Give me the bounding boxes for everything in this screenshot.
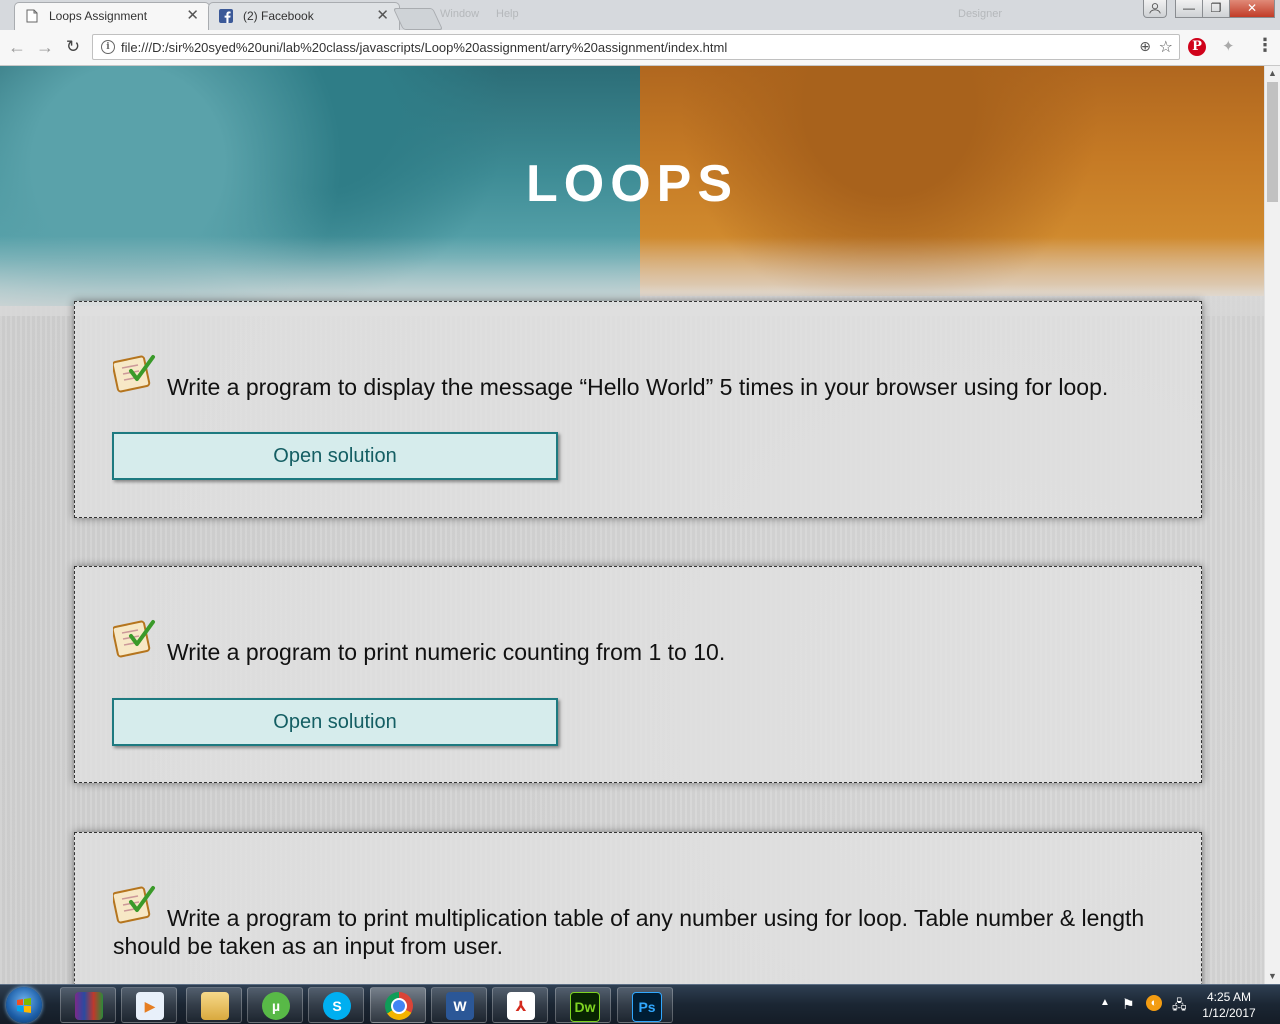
taskbar-file-explorer[interactable] bbox=[186, 987, 242, 1023]
taskbar-skype[interactable]: S bbox=[308, 987, 364, 1023]
winrar-icon bbox=[75, 992, 103, 1020]
dreamweaver-icon: Dw bbox=[570, 992, 600, 1022]
open-solution-button[interactable]: Open solution bbox=[112, 432, 558, 480]
taskbar-dreamweaver[interactable]: Dw bbox=[555, 987, 611, 1023]
tab-strip: Loops Assignment ✕ (2) Facebook ✕ Window… bbox=[0, 0, 1280, 30]
media-player-icon: ▶ bbox=[136, 992, 164, 1020]
question-card-2: Write a program to print numeric countin… bbox=[74, 566, 1202, 783]
address-bar[interactable]: i file:///D:/sir%20syed%20uni/lab%20clas… bbox=[92, 34, 1180, 60]
question-text-content: Write a program to display the message “… bbox=[167, 374, 1109, 400]
question-card-1: Write a program to display the message “… bbox=[74, 301, 1202, 518]
taskbar-winrar[interactable] bbox=[60, 987, 116, 1023]
clock-date: 1/12/2017 bbox=[1202, 1006, 1256, 1020]
forward-button[interactable]: → bbox=[34, 36, 56, 58]
bookmark-star-icon[interactable]: ☆ bbox=[1159, 37, 1173, 57]
windows-logo-icon bbox=[17, 998, 31, 1013]
open-solution-button[interactable]: Open solution bbox=[112, 698, 558, 746]
photoshop-icon: Ps bbox=[632, 992, 662, 1022]
question-text: Write a program to print numeric countin… bbox=[113, 638, 1173, 666]
file-explorer-icon bbox=[201, 992, 229, 1020]
acrobat-icon: ⅄ bbox=[507, 992, 535, 1020]
ghost-menu-help: Help bbox=[496, 8, 519, 20]
question-text-content: Write a program to print multiplication … bbox=[113, 905, 1145, 959]
tab-title: Loops Assignment bbox=[49, 9, 148, 23]
info-icon[interactable]: i bbox=[101, 40, 115, 54]
hero-banner: LOOPS bbox=[0, 66, 1264, 316]
ghost-profile-name: Designer bbox=[958, 8, 1003, 20]
url-text: file:///D:/sir%20syed%20uni/lab%20class/… bbox=[121, 40, 728, 55]
page-icon bbox=[26, 9, 38, 23]
taskbar-word[interactable]: W bbox=[431, 987, 487, 1023]
action-center-flag-icon[interactable]: ⚑ bbox=[1122, 996, 1135, 1024]
maximize-button[interactable]: ❐ bbox=[1202, 0, 1230, 18]
system-clock[interactable]: 4:25 AM 1/12/2017 bbox=[1196, 989, 1262, 1021]
user-profile-icon[interactable] bbox=[1143, 0, 1167, 18]
ghost-menu-window: Window bbox=[440, 8, 480, 20]
clock-time: 4:25 AM bbox=[1206, 990, 1252, 1004]
page-title: LOOPS bbox=[525, 155, 739, 213]
close-icon[interactable]: ✕ bbox=[186, 6, 199, 24]
taskbar-media-player[interactable]: ▶ bbox=[121, 987, 177, 1023]
question-text: Write a program to print multiplication … bbox=[113, 904, 1173, 960]
back-button[interactable]: ← bbox=[6, 36, 28, 58]
facebook-icon bbox=[219, 9, 233, 23]
word-icon: W bbox=[446, 992, 474, 1020]
scrollbar-thumb[interactable] bbox=[1267, 82, 1278, 202]
tab-title: (2) Facebook bbox=[243, 9, 314, 23]
question-card-3: Write a program to print multiplication … bbox=[74, 832, 1202, 984]
page-viewport: LOOPS Write a program to display the mes… bbox=[0, 66, 1264, 984]
scroll-down-arrow[interactable]: ▼ bbox=[1268, 971, 1277, 981]
reload-button[interactable]: ↻ bbox=[62, 36, 84, 58]
start-button[interactable] bbox=[6, 987, 42, 1023]
taskbar-chrome[interactable] bbox=[370, 987, 426, 1023]
browser-toolbar: ← → ↻ i file:///D:/sir%20syed%20uni/lab%… bbox=[0, 30, 1280, 66]
windows-taskbar: ▶ µ S W ⅄ Dw Ps ▲ ⚑ ◐ 🖧 4:25 AM 1/12/201… bbox=[0, 984, 1280, 1024]
tab-loops-assignment[interactable]: Loops Assignment ✕ bbox=[14, 2, 210, 30]
minimize-button[interactable]: — bbox=[1175, 0, 1203, 18]
pinterest-extension-icon[interactable]: P bbox=[1188, 38, 1206, 56]
new-tab-button[interactable] bbox=[392, 8, 444, 30]
question-text: Write a program to display the message “… bbox=[113, 373, 1173, 401]
taskbar-acrobat[interactable]: ⅄ bbox=[492, 987, 548, 1023]
close-window-button[interactable]: ✕ bbox=[1229, 0, 1275, 18]
utorrent-icon: µ bbox=[262, 992, 290, 1020]
tray-app-icon[interactable]: ◐ bbox=[1146, 995, 1162, 1011]
extension-icon[interactable]: ✦ bbox=[1222, 37, 1235, 55]
close-icon[interactable]: ✕ bbox=[376, 6, 389, 24]
question-text-content: Write a program to print numeric countin… bbox=[167, 639, 726, 665]
zoom-icon[interactable]: ⊕ bbox=[1139, 38, 1151, 55]
tab-facebook[interactable]: (2) Facebook ✕ bbox=[208, 2, 400, 30]
scroll-up-arrow[interactable]: ▲ bbox=[1268, 68, 1277, 78]
chrome-icon bbox=[385, 992, 413, 1020]
skype-icon: S bbox=[323, 992, 351, 1020]
browser-menu-icon[interactable]: ⋮ bbox=[1256, 35, 1274, 56]
taskbar-utorrent[interactable]: µ bbox=[247, 987, 303, 1023]
page-scrollbar[interactable]: ▲ ▼ bbox=[1264, 66, 1280, 984]
show-hidden-icons[interactable]: ▲ bbox=[1100, 997, 1110, 1024]
taskbar-photoshop[interactable]: Ps bbox=[617, 987, 673, 1023]
network-icon[interactable]: 🖧 bbox=[1172, 996, 1187, 1024]
